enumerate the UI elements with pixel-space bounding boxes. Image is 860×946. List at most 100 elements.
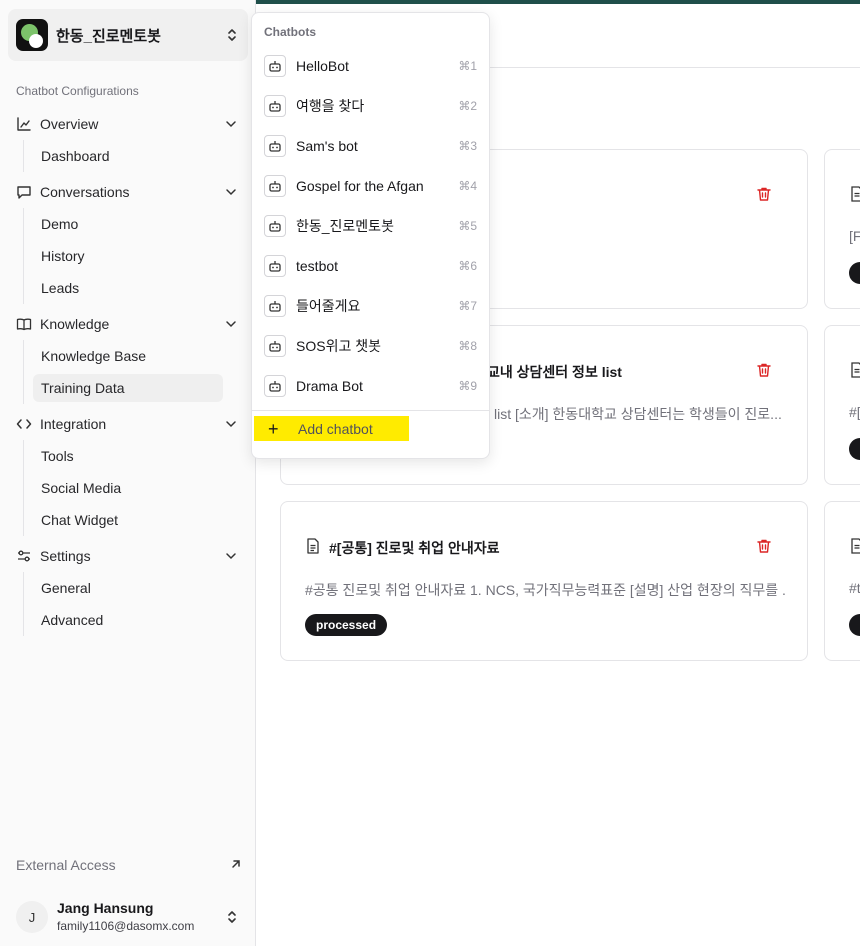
- nav-group-knowledge[interactable]: Knowledge: [16, 312, 240, 336]
- bot-icon: [264, 175, 286, 197]
- code-icon: [16, 419, 32, 429]
- chatbot-switcher[interactable]: 한동_진로멘토봇: [8, 9, 248, 61]
- sidebar-item-general[interactable]: General: [33, 574, 223, 602]
- chatbot-menu-item[interactable]: 들어줄게요 ⌘7: [256, 290, 485, 322]
- external-access-link[interactable]: External Access: [16, 857, 242, 873]
- chatbot-menu-item-label: Sam's bot: [296, 138, 358, 154]
- sidebar-item-advanced[interactable]: Advanced: [33, 606, 223, 634]
- bot-icon: [264, 335, 286, 357]
- nav-group-label: Knowledge: [40, 316, 110, 332]
- nav-group-overview[interactable]: Overview: [16, 112, 240, 136]
- sidebar-item-knowledge-base[interactable]: Knowledge Base: [33, 342, 223, 370]
- training-data-card-partial[interactable]: #t: [824, 501, 860, 661]
- chatbot-name: 한동_진로멘토봇: [56, 27, 161, 45]
- sidebar-item-social-media[interactable]: Social Media: [33, 474, 223, 502]
- nav-group-integration[interactable]: Integration: [16, 412, 240, 436]
- shortcut-hint: ⌘5: [458, 219, 477, 233]
- document-icon: [851, 186, 860, 202]
- add-chatbot-button[interactable]: + Add chatbot: [254, 416, 409, 441]
- bot-icon: [264, 95, 286, 117]
- training-data-card-partial[interactable]: [F: [824, 149, 860, 309]
- bot-icon: [264, 295, 286, 317]
- dropdown-label: Chatbots: [264, 25, 316, 39]
- card-description: #공통 진로및 취업 안내자료 1. NCS, 국가직무능력표준 [설명] 산업…: [305, 582, 785, 598]
- sidebar-item-leads[interactable]: Leads: [33, 274, 223, 302]
- bot-icon: [264, 375, 286, 397]
- shortcut-hint: ⌘2: [458, 99, 477, 113]
- message-icon: [17, 186, 31, 199]
- user-email: family1106@dasomx.com: [57, 919, 195, 933]
- sidebar-item-history[interactable]: History: [33, 242, 223, 270]
- card-description: #t: [849, 580, 860, 596]
- sliders-icon: [18, 550, 30, 562]
- section-label: Chatbot Configurations: [16, 84, 139, 98]
- chevron-down-icon: [226, 553, 236, 560]
- nav-group-settings[interactable]: Settings: [16, 544, 240, 568]
- nav-sub-line: [23, 572, 24, 636]
- nav-group-label: Overview: [40, 116, 99, 132]
- chatbot-menu-item-label: 한동_진로멘토봇: [296, 218, 394, 234]
- chevron-down-icon: [226, 321, 236, 328]
- chevron-up-down-icon: [228, 911, 236, 923]
- card-title: 교내 상담센터 정보 list: [487, 364, 622, 380]
- chatbot-menu-item-label: testbot: [296, 258, 339, 274]
- chatbot-menu-item[interactable]: 한동_진로멘토봇 ⌘5: [256, 210, 485, 242]
- chart-icon: [17, 117, 31, 131]
- status-badge: processed: [305, 614, 388, 636]
- nav-group-conversations[interactable]: Conversations: [16, 180, 240, 204]
- training-data-card-partial[interactable]: #[: [824, 325, 860, 485]
- sidebar-item-demo[interactable]: Demo: [33, 210, 223, 238]
- bot-icon: [264, 215, 286, 237]
- nav-sub-line: [23, 208, 24, 304]
- chatbot-menu-item-label: 여행을 찾다: [296, 98, 365, 114]
- chatbot-menu-item[interactable]: testbot ⌘6: [256, 250, 485, 282]
- training-data-card[interactable]: #[공통] 진로및 취업 안내자료 #공통 진로및 취업 안내자료 1. NCS…: [280, 501, 808, 661]
- document-icon: [851, 538, 860, 554]
- trash-icon[interactable]: [756, 186, 772, 202]
- trash-icon[interactable]: [756, 538, 772, 554]
- chatbot-dropdown-menu: Chatbots HelloBot ⌘1 여행을 찾다 ⌘2 Sam's bot ⌘3 Go…: [251, 12, 490, 459]
- shortcut-hint: ⌘8: [458, 339, 477, 353]
- chatbot-menu-item[interactable]: Gospel for the Afgan ⌘4: [256, 170, 485, 202]
- card-title: #[공통] 진로및 취업 안내자료: [329, 540, 500, 556]
- top-accent-bar: [256, 0, 860, 4]
- user-name: Jang Hansung: [57, 900, 154, 916]
- sidebar-item-dashboard[interactable]: Dashboard: [33, 142, 223, 170]
- nav-sub-line: [23, 440, 24, 536]
- chatbot-menu-item-label: Gospel for the Afgan: [296, 178, 424, 194]
- sidebar-item-chat-widget[interactable]: Chat Widget: [33, 506, 223, 534]
- chatbot-menu-item[interactable]: HelloBot ⌘1: [256, 50, 485, 82]
- arrow-up-right-icon: [232, 860, 240, 868]
- chatbot-logo: [16, 19, 48, 51]
- add-chatbot-label: Add chatbot: [298, 420, 373, 437]
- card-description: #[: [849, 404, 860, 420]
- nav-group-label: Integration: [40, 416, 107, 432]
- nav-group-label: Conversations: [40, 184, 130, 200]
- status-badge: [849, 438, 860, 460]
- bot-icon: [264, 255, 286, 277]
- sidebar-item-training-data[interactable]: Training Data: [33, 374, 223, 402]
- chatbot-menu-item[interactable]: Drama Bot ⌘9: [256, 370, 485, 402]
- chevron-down-icon: [226, 421, 236, 428]
- sidebar-item-tools[interactable]: Tools: [33, 442, 223, 470]
- shortcut-hint: ⌘1: [458, 59, 477, 73]
- card-description: list [소개] 한동대학교 상담센터는 학생들이 진로...: [494, 406, 782, 422]
- dropdown-divider: [252, 410, 489, 411]
- bot-icon: [264, 55, 286, 77]
- chevron-up-down-icon: [228, 29, 236, 41]
- chatbot-menu-item-label: Drama Bot: [296, 378, 363, 394]
- external-access-label: External Access: [16, 857, 116, 873]
- chatbot-menu-item[interactable]: Sam's bot ⌘3: [256, 130, 485, 162]
- chatbot-menu-item[interactable]: SOS위고 챗봇 ⌘8: [256, 330, 485, 362]
- bot-icon: [264, 135, 286, 157]
- sidebar: 한동_진로멘토봇 Chatbot Configurations Overview…: [0, 0, 256, 946]
- status-badge: [849, 614, 860, 636]
- user-menu[interactable]: J Jang Hansung family1106@dasomx.com: [16, 899, 242, 935]
- chatbot-menu-item-label: 들어줄게요: [296, 298, 361, 314]
- trash-icon[interactable]: [756, 362, 772, 378]
- card-description: [F: [849, 228, 860, 244]
- nav-group-label: Settings: [40, 548, 91, 564]
- chatbot-menu-item[interactable]: 여행을 찾다 ⌘2: [256, 90, 485, 122]
- chevron-down-icon: [226, 189, 236, 196]
- shortcut-hint: ⌘4: [458, 179, 477, 193]
